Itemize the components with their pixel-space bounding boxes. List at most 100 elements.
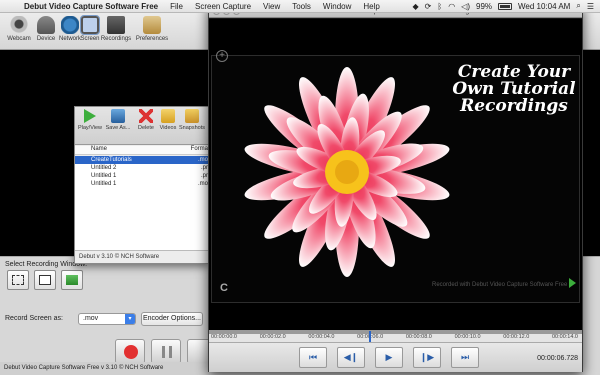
fullscreen-icon [66, 275, 78, 285]
snapshots-button[interactable]: Snapshots [179, 109, 205, 131]
row-name: Untitled 2 [91, 165, 117, 171]
screen-icon [80, 15, 100, 35]
recordings-icon [107, 16, 125, 34]
watermark-text: Recorded with Debut Video Capture Softwa… [432, 282, 568, 288]
videos-folder-icon [161, 109, 175, 123]
toolbar-screen-label: Screen [80, 36, 100, 42]
player-controls: ⏮ ◀❙ ▶ ❙▶ ⏭ 00:00:06.728 [209, 342, 582, 372]
menu-screen-capture[interactable]: Screen Capture [189, 2, 257, 11]
select-fullscreen-button[interactable] [61, 270, 83, 290]
step-forward-button[interactable]: ❙▶ [413, 347, 441, 368]
play-button[interactable]: ▶ [375, 347, 403, 368]
row-name: CreateTutorials [91, 157, 132, 163]
skip-start-icon: ⏮ [308, 352, 318, 362]
menu-help[interactable]: Help [357, 2, 385, 11]
battery-icon[interactable] [498, 2, 513, 10]
green-play-icon [569, 278, 576, 288]
select-window-icon [39, 275, 51, 285]
recordings-status: Debut v 3.10 © NCH Software [75, 250, 210, 264]
preferences-icon [143, 16, 161, 34]
delete-icon [139, 109, 153, 123]
recordings-toolbar: Play/View Save As... Delete Videos Snaps… [75, 107, 210, 145]
battery-percent: 99% [476, 1, 493, 11]
go-to-start-button[interactable]: ⏮ [299, 347, 327, 368]
step-back-button[interactable]: ◀❙ [337, 347, 365, 368]
record-controls [115, 339, 217, 364]
dahlia-flower-image [244, 67, 450, 277]
table-row[interactable]: Untitled 1 .mo [75, 180, 210, 188]
volume-icon[interactable]: ◁) [461, 2, 470, 11]
pause-button[interactable] [151, 339, 181, 364]
record-screen-as-label: Record Screen as: [5, 315, 63, 322]
quicktime-player-window: /Users/Bribear/Movies/Debut Video Captur… [208, 4, 583, 372]
menu-app-name[interactable]: Debut Video Capture Software Free [18, 2, 164, 11]
row-name: Untitled 1 [91, 173, 117, 179]
clock[interactable]: Wed 10:04 AM [518, 2, 570, 11]
current-time-display: 00:00:06.728 [537, 355, 578, 362]
step-back-icon: ◀❙ [343, 352, 359, 362]
playback-buttons: ⏮ ◀❙ ▶ ❙▶ ⏭ [299, 347, 479, 368]
chevron-down-icon: ▾ [125, 314, 135, 324]
timeline-tick-label: 00:00:00.0 [211, 334, 237, 340]
flower-center-core [335, 160, 359, 184]
dropbox-icon[interactable]: ◆ [413, 2, 419, 11]
play-view-label: Play/View [77, 125, 103, 131]
play-view-button[interactable]: Play/View [77, 109, 103, 131]
timeline-tick-label: 00:00:04.0 [308, 334, 335, 340]
promo-text: Create Your Own Tutorial Recordings [452, 62, 576, 116]
toolbar-preferences-label: Preferences [135, 36, 169, 42]
selection-mode-buttons [7, 270, 83, 290]
toolbar-recordings-label: Recordings [100, 36, 132, 42]
menu-view[interactable]: View [257, 2, 286, 11]
record-icon [124, 345, 138, 359]
snapshots-label: Snapshots [179, 125, 205, 131]
timeline-tick-label: 00:00:08.0 [405, 334, 432, 340]
sync-icon[interactable]: ⟳ [425, 2, 432, 11]
webcam-icon [10, 16, 28, 34]
videos-button[interactable]: Videos [155, 109, 181, 131]
delete-label: Delete [138, 125, 154, 131]
step-forward-icon: ❙▶ [419, 352, 435, 362]
row-name: Untitled 1 [91, 181, 117, 187]
spotlight-search-icon[interactable]: ⌕ [576, 1, 580, 11]
save-as-label: Save As... [105, 125, 131, 131]
select-region-icon [12, 275, 24, 285]
notification-center-icon[interactable]: ☰ [587, 2, 594, 11]
snapshots-folder-icon [185, 109, 199, 123]
table-row[interactable]: Untitled 2 .pr [75, 164, 210, 172]
bluetooth-icon[interactable]: ᛒ [437, 2, 442, 11]
videos-label: Videos [159, 125, 177, 131]
video-display[interactable]: + Create Your Own Tutorial Recordings C … [209, 19, 582, 330]
record-button[interactable] [115, 339, 145, 364]
nch-logo-icon: C [220, 282, 228, 294]
save-icon [111, 109, 125, 123]
recordings-list: CreateTutorials .mo Untitled 2 .pr Untit… [75, 156, 210, 250]
status-tray: ◆ ⟳ ᛒ ◠ ◁) 99% Wed 10:04 AM ⌕ ☰ [413, 1, 600, 11]
menu-file[interactable]: File [164, 2, 189, 11]
timeline-tick-label: 00:00:12.0 [503, 334, 530, 340]
main-status-bar: Debut Video Capture Software Free v 3.10… [0, 362, 210, 375]
menu-window[interactable]: Window [317, 2, 357, 11]
timeline-tick-label: 00:00:14.0 [552, 334, 578, 340]
toolbar-preferences-button[interactable]: Preferences [134, 16, 170, 42]
save-as-button[interactable]: Save As... [105, 109, 131, 131]
go-to-end-button[interactable]: ⏭ [451, 347, 479, 368]
timeline-ruler[interactable]: 00:00:00.000:00:02.000:00:04.000:00:06.0… [209, 330, 582, 343]
recordings-dialog: Play/View Save As... Delete Videos Snaps… [74, 106, 210, 264]
output-format-value: .mov [83, 315, 99, 322]
menu-tools[interactable]: Tools [286, 2, 317, 11]
encoder-options-button[interactable]: Encoder Options... [141, 312, 203, 326]
mac-menu-bar: Debut Video Capture Software Free File S… [0, 0, 600, 13]
skip-end-icon: ⏭ [460, 352, 470, 362]
output-format-select[interactable]: .mov ▾ [78, 313, 136, 325]
column-name[interactable]: Name [75, 146, 107, 154]
timeline-tick-label: 00:00:02.0 [259, 334, 286, 340]
play-icon: ▶ [385, 352, 393, 362]
wifi-icon[interactable]: ◠ [448, 2, 455, 11]
pause-icon [162, 346, 172, 358]
table-row[interactable]: Untitled 1 .pr [75, 172, 210, 180]
toolbar-recordings-button[interactable]: Recordings [98, 16, 134, 42]
table-row[interactable]: CreateTutorials .mo [75, 156, 210, 164]
select-window-button[interactable] [34, 270, 56, 290]
select-region-button[interactable] [7, 270, 29, 290]
